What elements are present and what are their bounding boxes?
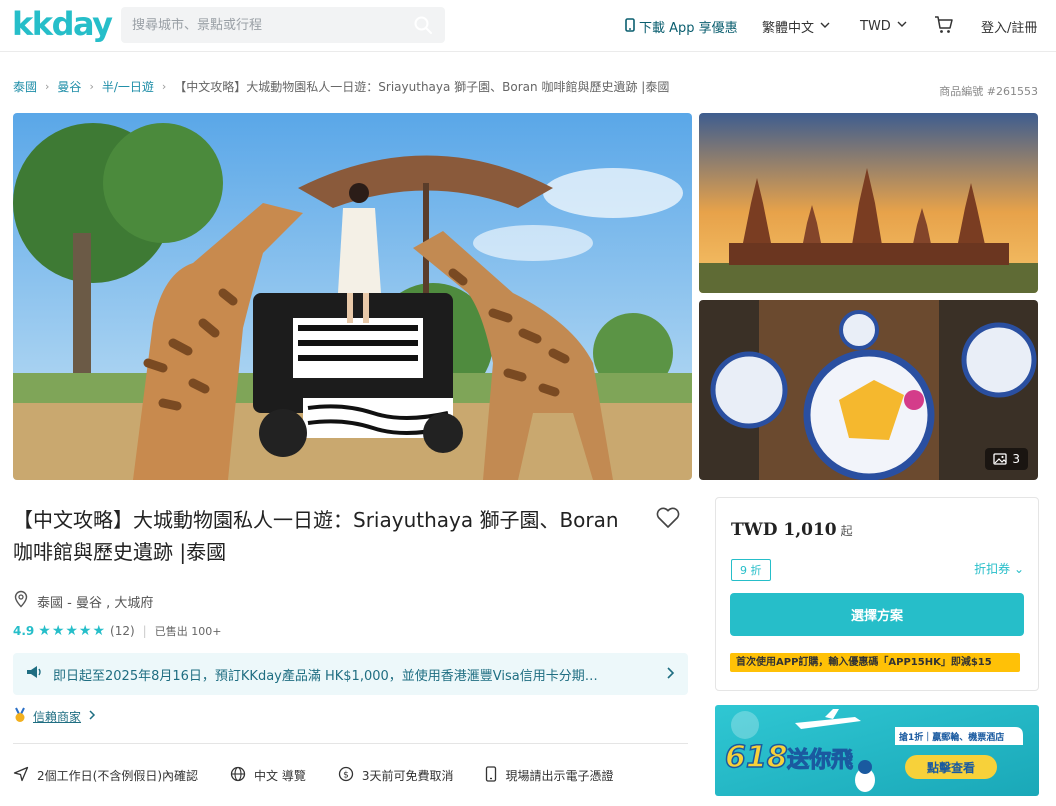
- breadcrumb: 泰國 › 曼谷 › 半/一日遊 › 【中文攻略】大城動物園私人一日遊：Sriay…: [13, 78, 669, 95]
- feature-voucher: 現場請出示電子憑證: [485, 766, 613, 785]
- breadcrumb-current: 【中文攻略】大城動物園私人一日遊：Sriayuthaya 獅子園、Boran 咖…: [174, 80, 670, 94]
- search-input[interactable]: [121, 7, 401, 43]
- chevron-down-icon: ⌄: [1013, 562, 1024, 576]
- currency-label: TWD: [860, 18, 891, 34]
- product-title: 【中文攻略】大城動物園私人一日遊：Sriayuthaya 獅子園、Boran 咖…: [13, 508, 619, 564]
- feature-label: 中文 導覽: [254, 769, 306, 783]
- login-label: 登入/註冊: [981, 21, 1038, 36]
- phone-icon: [485, 766, 497, 785]
- send-icon: [13, 766, 29, 785]
- banner-subtitle: 搶1折｜贏郵輪、機票酒店: [899, 731, 1004, 743]
- app-promo-code-banner: 首次使用APP訂購，輸入優惠碼「APP15HK」即減$15: [730, 653, 1020, 672]
- chevron-down-icon: [895, 17, 909, 35]
- chevron-right-icon: [664, 665, 676, 684]
- heart-icon: [655, 507, 681, 534]
- feature-list: 2個工作日(不含例假日)內確認 中文 導覽 $ 3天前可免費取消 現場請出示電子…: [13, 766, 645, 785]
- feature-cancellation: $ 3天前可免費取消: [338, 766, 454, 785]
- review-count[interactable]: (12): [110, 624, 135, 638]
- search-box: [121, 7, 445, 43]
- feature-label: 3天前可免費取消: [361, 769, 454, 783]
- photo-count-badge[interactable]: 3: [985, 448, 1028, 470]
- gallery-image-thai-dessert[interactable]: 3: [699, 300, 1038, 480]
- feature-label: 現場請出示電子憑證: [505, 769, 614, 783]
- kkday-logo[interactable]: kkday: [12, 5, 113, 43]
- app-download-label: 下載 App 享優惠: [639, 21, 738, 36]
- megaphone-icon: [25, 664, 43, 684]
- gallery-image-ayutthaya-temple[interactable]: [699, 113, 1038, 293]
- login-register-link[interactable]: 登入/註冊: [981, 17, 1037, 36]
- coupon-label: 折扣券: [974, 562, 1011, 576]
- location-label: 泰國 - 曼谷 , 大城府: [37, 595, 154, 611]
- image-icon: [993, 453, 1008, 465]
- mobile-phone-icon: [625, 17, 635, 36]
- svg-text:$: $: [343, 771, 349, 781]
- star-rating-icon: ★★★★★: [38, 623, 107, 639]
- refund-icon: $: [338, 766, 354, 785]
- chevron-right-icon: ›: [89, 80, 94, 93]
- banner-618-text: 618: [725, 740, 788, 775]
- 618-promo-banner[interactable]: 618 送你飛 搶1折｜贏郵輪、機票酒店 點擊查看: [715, 705, 1039, 796]
- product-number: 商品編號 #261553: [939, 85, 1038, 98]
- app-download-link[interactable]: 下載 App 享優惠: [625, 17, 738, 36]
- trusted-merchant-label: 信賴商家: [33, 710, 82, 724]
- feature-language: 中文 導覽: [230, 766, 306, 785]
- language-label: 繁體中文: [762, 21, 815, 36]
- chevron-right-icon: [87, 709, 97, 724]
- select-package-button[interactable]: 選擇方案: [730, 593, 1024, 636]
- coupon-dropdown[interactable]: 折扣券 ⌄: [974, 560, 1024, 577]
- divider: |: [142, 624, 147, 638]
- divider: [13, 743, 688, 744]
- language-selector[interactable]: 繁體中文: [762, 17, 832, 36]
- promotion-text: 即日起至2025年8月16日，預訂KKday產品滿 HK$1,000，並使用香港…: [53, 668, 598, 684]
- breadcrumb-item-bangkok[interactable]: 曼谷: [57, 78, 81, 95]
- banner-headline: 送你飛: [787, 747, 853, 773]
- chevron-down-icon: [818, 18, 832, 36]
- chevron-right-icon: ›: [161, 80, 167, 93]
- shopping-cart-button[interactable]: [934, 15, 954, 39]
- location-pin-icon: [13, 590, 29, 612]
- rating-score: 4.9: [13, 624, 35, 638]
- discount-badge: 9 折: [731, 559, 771, 581]
- photo-count-value: 3: [1012, 452, 1020, 466]
- breadcrumb-item-thailand[interactable]: 泰國: [13, 78, 37, 95]
- banner-cta: 點擊查看: [927, 760, 975, 775]
- price-value: TWD 1,010: [731, 520, 837, 540]
- trusted-merchant-link[interactable]: 信賴商家: [13, 707, 97, 726]
- globe-icon: [230, 766, 246, 785]
- booking-price-card: TWD 1,010 起 9 折 折扣券 ⌄ 選擇方案 首次使用APP訂購，輸入優惠…: [715, 497, 1039, 691]
- feature-label: 2個工作日(不含例假日)內確認: [37, 769, 198, 783]
- wishlist-heart-button[interactable]: [655, 506, 681, 530]
- chevron-right-icon: ›: [45, 80, 50, 93]
- breadcrumb-item-day-tours[interactable]: 半/一日遊: [102, 78, 154, 95]
- rating-row[interactable]: 4.9 ★★★★★ (12) | 已售出 100+: [13, 623, 221, 639]
- sold-count: 已售出 100+: [154, 625, 222, 638]
- promotion-banner[interactable]: 即日起至2025年8月16日，預訂KKday產品滿 HK$1,000，並使用香港…: [13, 653, 688, 695]
- product-location: 泰國 - 曼谷 , 大城府: [13, 590, 153, 612]
- currency-selector[interactable]: TWD: [860, 17, 909, 35]
- shopping-cart-icon: [934, 15, 954, 39]
- price-from-label: 起: [840, 524, 853, 538]
- gallery-main-image-giraffes[interactable]: [13, 113, 692, 480]
- price-display: TWD 1,010 起: [731, 520, 853, 540]
- medal-icon: [13, 707, 27, 726]
- search-icon[interactable]: [413, 15, 433, 35]
- top-navigation-bar: kkday 下載 App 享優惠 繁體中文 TWD 登入/註冊: [0, 0, 1056, 52]
- feature-confirmation: 2個工作日(不含例假日)內確認: [13, 766, 198, 785]
